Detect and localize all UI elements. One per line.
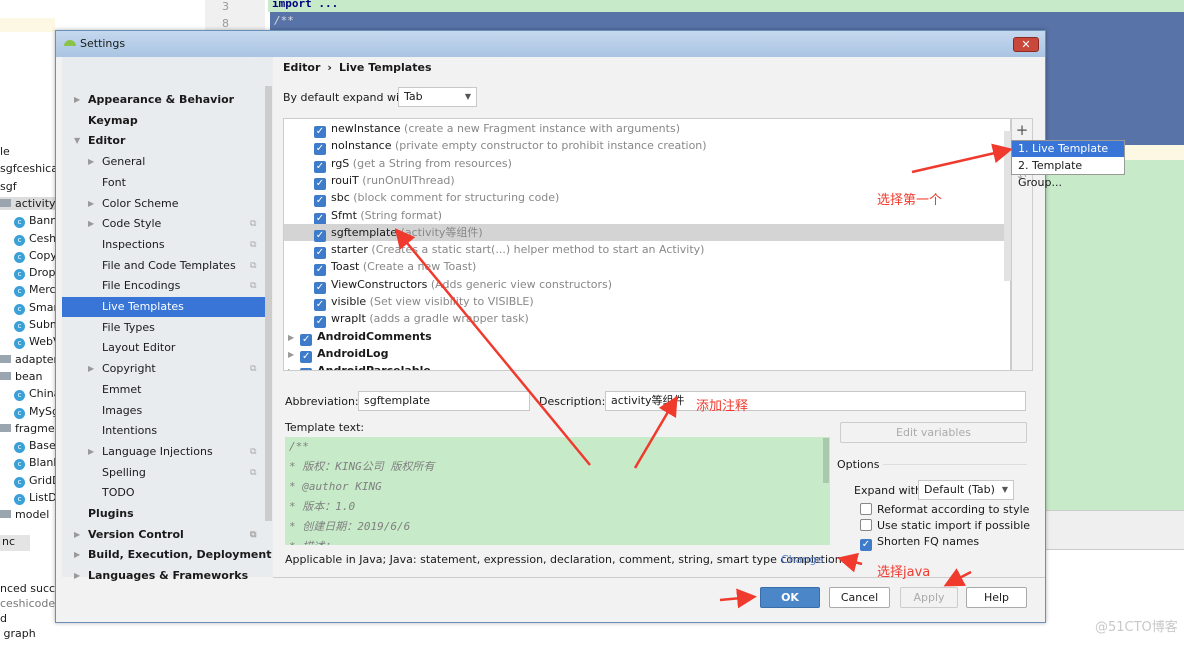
watermark: @51CTO博客	[1095, 620, 1178, 635]
annotation-arrows	[394, 143, 1013, 609]
annotation-add-comment: 添加注释	[696, 399, 749, 414]
arrow-to-description	[633, 395, 678, 469]
arrow-to-menu	[911, 143, 1013, 174]
arrow-to-apply	[943, 568, 972, 587]
arrow-to-ok	[719, 588, 757, 609]
arrow-to-change	[837, 552, 863, 573]
annotation-pick-first: 选择第一个	[877, 193, 943, 208]
annotation-pick-java: 选择java	[877, 565, 931, 580]
arrow-to-template	[394, 228, 591, 466]
